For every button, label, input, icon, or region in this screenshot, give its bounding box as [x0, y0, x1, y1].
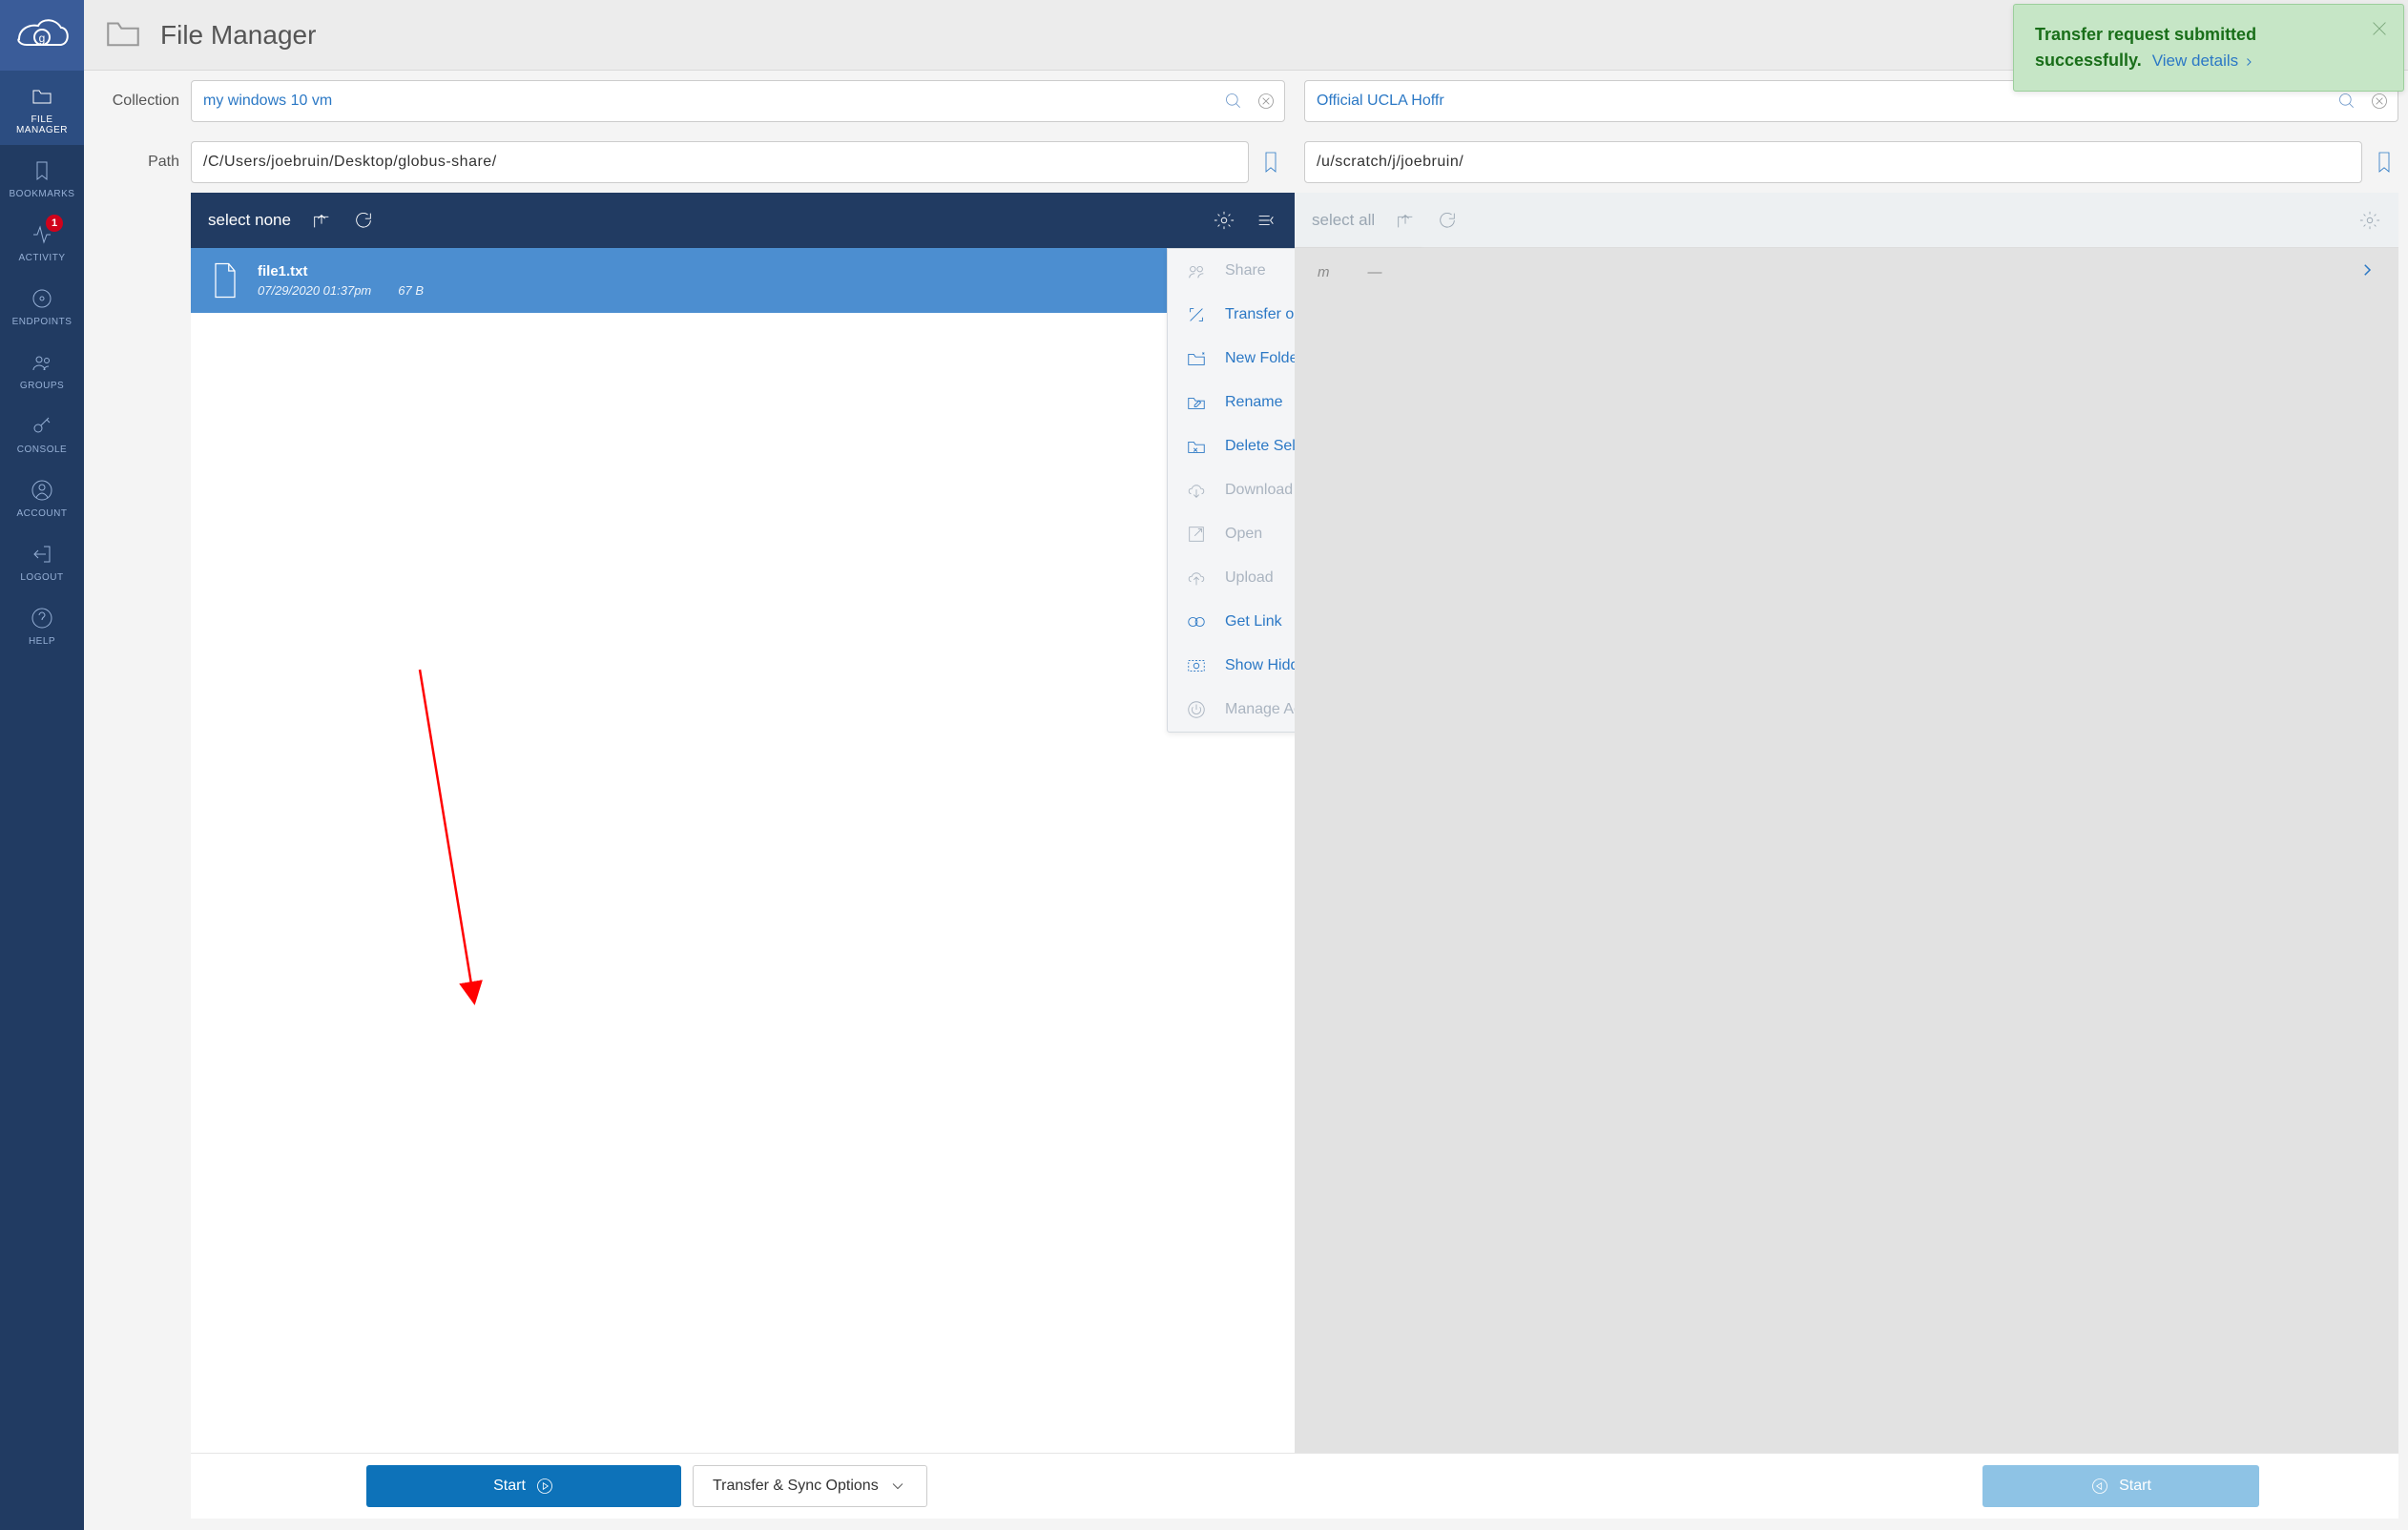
eye-icon [1183, 654, 1210, 677]
search-icon[interactable] [2335, 90, 2358, 113]
sidebar-item-account[interactable]: ACCOUNT [0, 465, 84, 528]
search-icon[interactable] [1222, 90, 1245, 113]
toolbar-right: select all [1295, 193, 2398, 248]
sidebar-item-file-manager[interactable]: FILE MANAGER [0, 71, 84, 145]
sidebar-item-label: HELP [4, 636, 80, 647]
svg-text:g: g [39, 31, 46, 45]
groups-icon [4, 350, 80, 375]
globus-logo: g [0, 0, 84, 71]
sidebar-item-label: GROUPS [4, 381, 80, 391]
delete-icon [1183, 435, 1210, 458]
toolbar-left: select none [191, 193, 1295, 248]
open-icon [1183, 523, 1210, 546]
start-right-button[interactable]: Start [1982, 1465, 2259, 1507]
sidebar-item-label: ACCOUNT [4, 508, 80, 519]
disc-icon [4, 286, 80, 311]
activity-icon [4, 222, 80, 247]
sidebar-item-label: BOOKMARKS [4, 189, 80, 199]
folder-outline-icon [103, 13, 143, 56]
clear-icon[interactable] [1255, 90, 1277, 113]
select-toggle-left[interactable]: select none [208, 211, 291, 230]
left-sidebar: g FILE MANAGER BOOKMARKS 1 ACTIVITY ENDP… [0, 0, 84, 1530]
chevron-right-icon[interactable] [2358, 261, 2376, 282]
main-area: File Manager Collection [84, 0, 2408, 1530]
file-size-dash: — [1368, 264, 1382, 280]
upload-icon [1183, 567, 1210, 589]
gear-icon[interactable] [2358, 209, 2381, 232]
download-icon [1183, 479, 1210, 502]
link-icon [1183, 610, 1210, 633]
file-icon [208, 259, 242, 301]
user-icon [4, 478, 80, 503]
path-row: Path [84, 132, 2408, 193]
file-list-left: file1.txt 07/29/2020 01:37pm 67 B [191, 248, 1295, 1453]
file-date: 07/29/2020 01:37pm [258, 283, 371, 298]
share-icon [1183, 259, 1210, 282]
bookmark-icon [4, 158, 80, 183]
file-row[interactable]: file1.txt 07/29/2020 01:37pm 67 B [191, 248, 1295, 313]
footer: Start Transfer & Sync Options Start [191, 1453, 2398, 1519]
sidebar-item-help[interactable]: HELP [0, 592, 84, 656]
sidebar-item-logout[interactable]: LOGOUT [0, 528, 84, 592]
sidebar-item-activity[interactable]: 1 ACTIVITY [0, 209, 84, 273]
sidebar-item-groups[interactable]: GROUPS [0, 337, 84, 401]
refresh-icon[interactable] [352, 209, 375, 232]
page-title: File Manager [160, 20, 316, 51]
collection-input-left[interactable] [191, 80, 1285, 122]
sidebar-item-console[interactable]: CONSOLE [0, 401, 84, 465]
start-left-button[interactable]: Start [366, 1465, 681, 1507]
collection-label: Collection [84, 93, 179, 110]
new-folder-icon [1183, 347, 1210, 370]
clear-icon[interactable] [2368, 90, 2391, 113]
folder-icon [4, 84, 80, 109]
bookmark-left-icon[interactable] [1256, 141, 1285, 183]
content: Collection [84, 71, 2408, 1530]
select-toggle-right[interactable]: select all [1312, 211, 1375, 230]
file-date-fragment: m [1318, 264, 1330, 280]
power-icon [1183, 698, 1210, 721]
sidebar-item-label: LOGOUT [4, 572, 80, 583]
file-list-right: m — [1295, 248, 2398, 1453]
sidebar-item-label: ENDPOINTS [4, 317, 80, 327]
path-label: Path [84, 154, 179, 171]
sidebar-item-label: FILE MANAGER [4, 114, 80, 135]
sidebar-item-endpoints[interactable]: ENDPOINTS [0, 273, 84, 337]
help-icon [4, 606, 80, 631]
panel-menu-icon[interactable] [1255, 209, 1277, 232]
transfer-icon [1183, 303, 1210, 326]
sidebar-item-label: ACTIVITY [4, 253, 80, 263]
close-icon[interactable] [2369, 18, 2390, 47]
transfer-options-button[interactable]: Transfer & Sync Options [693, 1465, 927, 1507]
sidebar-item-label: CONSOLE [4, 445, 80, 455]
annotation-arrow-icon [416, 666, 492, 1009]
refresh-icon[interactable] [1436, 209, 1459, 232]
path-input-left[interactable] [191, 141, 1249, 183]
file-row[interactable]: m — [1295, 248, 2398, 296]
file-size: 67 B [398, 283, 424, 298]
toast-view-details-link[interactable]: View details [2152, 52, 2254, 70]
sidebar-item-bookmarks[interactable]: BOOKMARKS [0, 145, 84, 209]
toast-success: Transfer request submitted successfully.… [2013, 4, 2404, 92]
file-name: file1.txt [258, 263, 424, 279]
up-folder-icon[interactable] [1394, 209, 1417, 232]
rename-icon [1183, 391, 1210, 414]
logout-icon [4, 542, 80, 567]
key-icon [4, 414, 80, 439]
up-folder-icon[interactable] [310, 209, 333, 232]
bookmark-right-icon[interactable] [2370, 141, 2398, 183]
activity-badge: 1 [46, 215, 63, 232]
path-input-right[interactable] [1304, 141, 2362, 183]
gear-icon[interactable] [1213, 209, 1235, 232]
